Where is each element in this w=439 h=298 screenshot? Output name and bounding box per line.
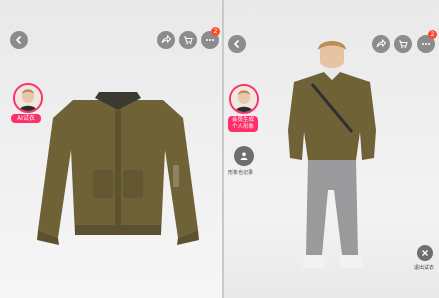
back-button[interactable] [228,35,246,53]
share-icon [161,35,171,44]
generated-look-label-1: 会员生成 [231,117,254,123]
saved-looks-label: 形象也记录 [228,170,254,176]
model-avatar[interactable] [229,84,259,114]
cart-badge: 2 [428,30,437,39]
back-button[interactable] [10,31,28,49]
cart-button[interactable] [394,35,412,53]
model-face-icon [231,86,257,112]
exit-tryon-button[interactable] [417,245,433,261]
back-icon [15,35,22,45]
exit-tryon-label: 退出试衣 [414,265,435,271]
product-jacket-image [37,92,199,245]
cart-icon [399,40,408,49]
generated-look-button[interactable]: 会员生成 个人形象 [228,116,258,132]
close-icon [422,250,428,256]
tryon-model-image [288,41,376,268]
product-image-panel: 2 AI试衣 [0,0,222,298]
saved-looks-button[interactable] [234,146,254,166]
cart-badge: 2 [211,27,220,36]
more-icon [206,39,214,41]
back-icon [233,39,240,49]
share-button[interactable] [157,31,175,49]
more-icon [422,43,430,45]
cart-icon [184,36,193,45]
person-icon [240,152,248,160]
cart-button[interactable] [179,31,197,49]
generated-look-label-2: 个人形象 [231,124,254,130]
tryon-result-panel: 2 会员生成 个人形象 形象也记录 退出试衣 [224,0,439,298]
